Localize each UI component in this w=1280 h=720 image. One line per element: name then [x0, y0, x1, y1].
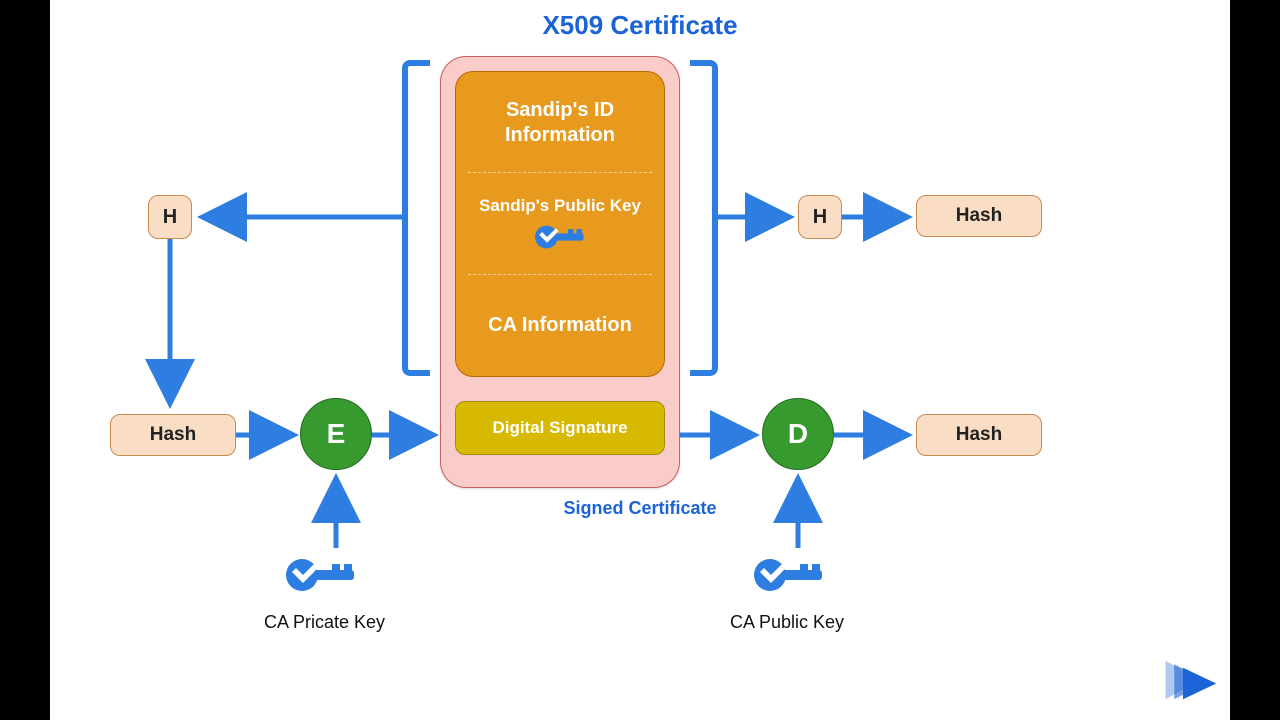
hash-fn-left: H: [148, 195, 192, 239]
cert-row-pubkey: Sandip's Public Key: [456, 173, 664, 274]
hash-left: Hash: [110, 414, 236, 456]
cert-pubkey-label: Sandip's Public Key: [479, 196, 641, 216]
diagram-subtitle: Signed Certificate: [563, 498, 716, 519]
hash-right-top: Hash: [916, 195, 1042, 237]
ca-private-key-label: CA Pricate Key: [264, 612, 385, 633]
ca-public-key-label: CA Public Key: [730, 612, 844, 633]
decrypt-circle: D: [762, 398, 834, 470]
cert-id-label: Sandip's ID Information: [466, 98, 654, 148]
bracket-left: [402, 60, 430, 376]
diagram-canvas: X509 Certificate Sandip's ID Information…: [50, 0, 1230, 720]
encrypt-circle: E: [300, 398, 372, 470]
hash-right-bottom: Hash: [916, 414, 1042, 456]
cert-row-id: Sandip's ID Information: [456, 72, 664, 173]
cert-row-ca: CA Information: [456, 275, 664, 376]
certificate-card: Sandip's ID Information Sandip's Public …: [440, 56, 680, 488]
brand-logo: [1162, 652, 1218, 708]
diagram-title: X509 Certificate: [542, 10, 737, 41]
hash-fn-right: H: [798, 195, 842, 239]
cert-ca-label: CA Information: [488, 313, 632, 338]
key-icon: [282, 554, 360, 596]
key-icon: [750, 554, 828, 596]
key-icon: [532, 222, 588, 252]
digital-signature-box: Digital Signature: [455, 401, 665, 455]
bracket-right: [690, 60, 718, 376]
certificate-body: Sandip's ID Information Sandip's Public …: [455, 71, 665, 377]
